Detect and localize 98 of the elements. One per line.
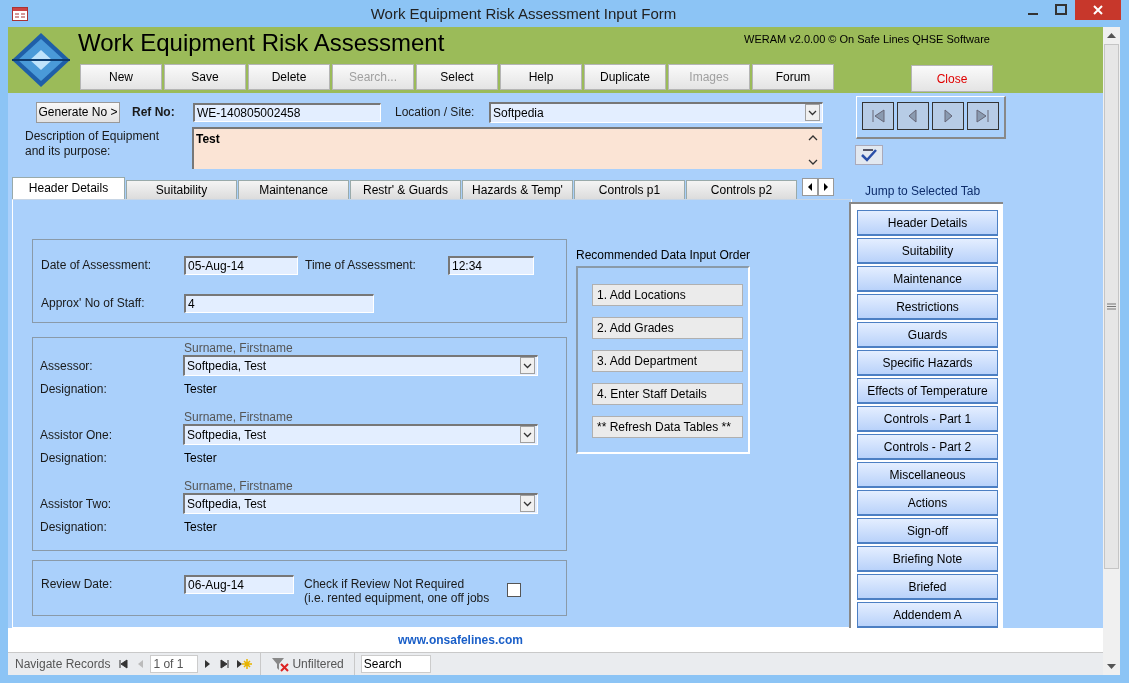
window-title: Work Equipment Risk Assessment Input Form [369, 5, 678, 22]
new-record-icon[interactable] [236, 657, 253, 671]
field-label: Location / Site: [395, 105, 476, 119]
spellcheck-icon[interactable] [855, 145, 883, 165]
checkbox-note: (i.e. rented equipment, one off jobs [304, 591, 490, 605]
tab[interactable]: Controls p1 [574, 180, 685, 199]
toolbar-button[interactable]: Delete [248, 64, 330, 90]
scroll-left-icon[interactable] [802, 178, 818, 196]
section-title: Jump to Selected Tab [865, 184, 982, 198]
jump-button[interactable]: Effects of Temperature [857, 378, 998, 404]
close-button[interactable]: Close [911, 65, 993, 92]
tab[interactable]: Restr' & Guards [350, 180, 461, 199]
scrollbar-thumb[interactable] [1104, 44, 1119, 569]
logo-drawing [10, 31, 72, 89]
dropdown-caret-icon[interactable] [520, 426, 535, 443]
jump-button[interactable]: Actions [857, 490, 998, 516]
data-input-button[interactable]: 3. Add Department [592, 350, 743, 372]
jump-button[interactable]: Specific Hazards [857, 350, 998, 376]
field-label: Assistor One: [40, 427, 114, 442]
tab[interactable]: Suitability [126, 180, 237, 199]
filter-toggle[interactable]: Unfiltered [260, 653, 355, 675]
field-hint: Surname, Firstname [184, 410, 294, 424]
website-link[interactable]: www.onsafelines.com [398, 633, 523, 647]
field-label: Designation: [40, 382, 108, 396]
toolbar-button[interactable]: Select [416, 64, 498, 90]
field-hint: Surname, Firstname [184, 479, 294, 493]
generate-button[interactable]: Generate No > [36, 101, 120, 123]
designation-value: Tester [184, 382, 217, 396]
jump-button[interactable]: Header Details [857, 210, 998, 236]
vertical-scrollbar[interactable] [1103, 27, 1120, 675]
description-field[interactable]: Test [192, 127, 822, 169]
staff-count-field[interactable]: 4 [184, 293, 374, 313]
person-dropdown[interactable]: Softpedia, Test [183, 424, 538, 445]
checkbox-label: Check if Review Not Required [304, 577, 466, 591]
location-dropdown[interactable]: Softpedia [489, 101, 823, 123]
designation-value: Tester [184, 520, 217, 534]
jump-button[interactable]: Suitability [857, 238, 998, 264]
field-label: Description of Equipment and its purpose: [25, 129, 161, 160]
toolbar-button[interactable]: Duplicate [584, 64, 666, 90]
field-label: Designation: [40, 451, 108, 465]
jump-button[interactable]: Controls - Part 1 [857, 406, 998, 432]
data-input-button[interactable]: ** Refresh Data Tables ** [592, 416, 743, 438]
record-number-field[interactable]: 1 of 1 [150, 655, 199, 673]
field-label: Approx' No of Staff: [41, 296, 146, 310]
grip-icon [1107, 303, 1116, 310]
filter-icon [271, 656, 290, 672]
toolbar-button[interactable]: Help [500, 64, 582, 90]
jump-button[interactable]: Maintenance [857, 266, 998, 292]
review-checkbox[interactable] [507, 583, 522, 597]
dropdown-caret-icon[interactable] [520, 357, 535, 374]
first-record-icon[interactable] [116, 657, 131, 671]
section-title: Recommended Data Input Order [576, 248, 751, 262]
tab[interactable]: Controls p2 [686, 180, 797, 199]
toolbar-button[interactable]: Save [164, 64, 246, 90]
form-icon [12, 6, 28, 21]
jump-button[interactable]: Sign-off [857, 518, 998, 544]
field-label: Date of Assessment: [41, 258, 153, 272]
field-label: Review Date: [41, 576, 114, 593]
designation-value: Tester [184, 451, 217, 465]
data-input-button[interactable]: 4. Enter Staff Details [592, 383, 743, 405]
data-input-button[interactable]: 2. Add Grades [592, 317, 743, 339]
jump-button[interactable]: Briefed [857, 574, 998, 600]
jump-button[interactable]: Miscellaneous [857, 462, 998, 488]
toolbar-button[interactable]: Forum [752, 64, 834, 90]
tab[interactable]: Header Details [12, 177, 125, 199]
tab[interactable]: Hazards & Temp' [462, 180, 573, 199]
data-input-button[interactable]: 1. Add Locations [592, 284, 743, 306]
dropdown-caret-icon[interactable] [805, 103, 820, 121]
field-hint: Surname, Firstname [184, 341, 294, 355]
version-text: WERAM v2.0.00 © On Safe Lines QHSE Software [744, 33, 990, 45]
field-label: Time of Assessment: [305, 258, 417, 272]
field-label: Designation: [40, 520, 108, 534]
person-dropdown[interactable]: Softpedia, Test [183, 493, 538, 514]
close-icon[interactable] [1075, 0, 1121, 20]
scroll-right-icon[interactable] [818, 178, 834, 196]
review-date-field[interactable]: 06-Aug-14 [184, 575, 294, 594]
tab[interactable]: Maintenance [238, 180, 349, 199]
last-record-icon[interactable] [967, 102, 999, 130]
jump-button[interactable]: Guards [857, 322, 998, 348]
person-dropdown[interactable]: Softpedia, Test [183, 355, 538, 376]
field-label: Assistor Two: [40, 496, 113, 511]
previous-record-icon[interactable] [897, 102, 929, 130]
jump-button[interactable]: Addendem A [857, 602, 998, 628]
ref-no-field[interactable]: WE-140805002458 [193, 102, 381, 122]
status-label: Navigate Records [15, 657, 111, 671]
jump-button[interactable]: Restrictions [857, 294, 998, 320]
first-record-icon[interactable] [862, 102, 894, 130]
date-field[interactable]: 05-Aug-14 [184, 255, 298, 275]
jump-button[interactable]: Controls - Part 2 [857, 434, 998, 460]
time-field[interactable]: 12:34 [448, 255, 534, 275]
toolbar-button[interactable]: New [80, 64, 162, 90]
next-record-icon[interactable] [932, 102, 964, 130]
dropdown-caret-icon[interactable] [520, 495, 535, 512]
app-title: Work Equipment Risk Assessment [78, 29, 446, 57]
field-label: Ref No: [132, 105, 176, 119]
search-field[interactable]: Search [360, 655, 431, 673]
jump-button[interactable]: Briefing Note [857, 546, 998, 572]
field-label: Assessor: [40, 358, 94, 373]
